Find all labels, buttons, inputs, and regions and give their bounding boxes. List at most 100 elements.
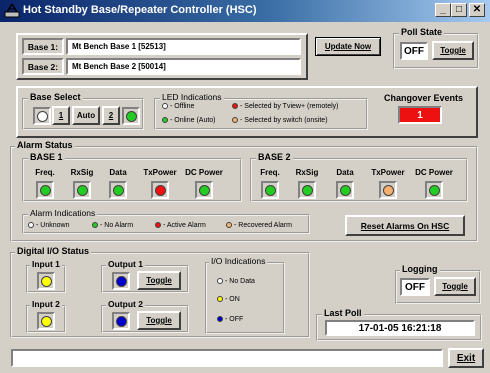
base2-alarm-title: BASE 2 bbox=[256, 152, 293, 162]
base2-data-light bbox=[339, 184, 351, 196]
poll-toggle-button[interactable]: Toggle bbox=[432, 41, 474, 60]
alarm-indications-title: Alarm Indications bbox=[28, 208, 98, 218]
poll-state-title: Poll State bbox=[399, 27, 445, 37]
base1-col-txpower: TxPower bbox=[143, 168, 177, 177]
led-indication-online-label: - Online (Auto) bbox=[170, 117, 216, 124]
base1-freq-led bbox=[36, 181, 54, 199]
output2-toggle-label: Toggle bbox=[146, 316, 172, 325]
base2-col-rxsig: RxSig bbox=[295, 168, 319, 177]
maximize-icon: □ bbox=[455, 4, 463, 15]
base-select-led-right bbox=[122, 107, 140, 125]
base-select-1-label: 1 bbox=[58, 111, 64, 120]
base2-txpower-light bbox=[382, 184, 394, 196]
led-indications-title: LED Indications bbox=[160, 92, 224, 102]
output2-title: Output 2 bbox=[106, 299, 145, 309]
base2-data-led bbox=[336, 181, 354, 199]
status-bar bbox=[11, 349, 443, 367]
base1-txpower-light bbox=[154, 184, 166, 196]
output2-light bbox=[115, 315, 127, 327]
base2-col-txpower: TxPower bbox=[371, 168, 405, 177]
input2-light bbox=[40, 315, 52, 327]
online-dot-icon bbox=[162, 117, 168, 124]
base1-freq-light bbox=[39, 184, 51, 196]
alarm-ind-noalarm-label: - No Alarm bbox=[100, 222, 134, 229]
base2-rxsig-led bbox=[298, 181, 316, 199]
base2-rxsig-light bbox=[301, 184, 313, 196]
io-ind-nodata: - No Data bbox=[217, 278, 255, 285]
input2-title: Input 2 bbox=[30, 299, 62, 309]
offline-dot-icon bbox=[162, 103, 168, 110]
poll-toggle-label: Toggle bbox=[440, 46, 466, 55]
base1-field[interactable]: Mt Bench Base 1 [52513] bbox=[66, 38, 301, 55]
noalarm-dot-icon bbox=[92, 222, 98, 229]
base1-data-light bbox=[112, 184, 124, 196]
io-ind-off: - OFF bbox=[217, 316, 243, 323]
base2-field[interactable]: Mt Bench Base 2 [50014] bbox=[66, 58, 301, 75]
output1-toggle-button[interactable]: Toggle bbox=[137, 271, 181, 290]
base2-col-dcpower: DC Power bbox=[415, 168, 453, 177]
app-icon bbox=[4, 3, 20, 18]
base-select-2-label: 2 bbox=[108, 111, 114, 120]
alarm-ind-active-label: - Active Alarm bbox=[163, 222, 206, 229]
base1-col-freq: Freq. bbox=[35, 168, 55, 177]
alarm-ind-unknown-label: - Unknown bbox=[36, 222, 70, 229]
output1-led bbox=[112, 272, 130, 290]
exit-button[interactable]: Exit bbox=[448, 348, 484, 368]
led-indication-onsite: - Selected by switch (onsite) bbox=[232, 117, 328, 124]
alarm-ind-active: - Active Alarm bbox=[155, 222, 206, 229]
close-icon: ✕ bbox=[472, 4, 482, 15]
io-ind-on-label: - ON bbox=[225, 296, 240, 303]
base-select-led-left bbox=[33, 107, 51, 125]
base1-col-rxsig: RxSig bbox=[70, 168, 94, 177]
last-poll-title: Last Poll bbox=[322, 308, 364, 318]
logging-toggle-label: Toggle bbox=[442, 282, 468, 291]
base1-col-data: Data bbox=[109, 168, 127, 177]
base1-rxsig-light bbox=[76, 184, 88, 196]
base-select-1-button[interactable]: 1 bbox=[52, 106, 70, 125]
base2-col-freq: Freq. bbox=[260, 168, 280, 177]
recovered-dot-icon bbox=[226, 222, 232, 229]
reset-alarms-button[interactable]: Reset Alarms On HSC bbox=[345, 215, 465, 236]
base-select-2-button[interactable]: 2 bbox=[102, 106, 120, 125]
alarm-ind-recovered: - Recovered Alarm bbox=[226, 222, 292, 229]
base1-label: Base 1: bbox=[22, 38, 64, 55]
base1-txpower-led bbox=[151, 181, 169, 199]
output2-toggle-button[interactable]: Toggle bbox=[137, 311, 181, 330]
base1-dcpower-light bbox=[198, 184, 210, 196]
close-button[interactable]: ✕ bbox=[469, 3, 485, 17]
base1-alarm-title: BASE 1 bbox=[28, 152, 65, 162]
alarm-ind-noalarm: - No Alarm bbox=[92, 222, 133, 229]
remote-dot-icon bbox=[232, 103, 238, 110]
base-select-auto-button[interactable]: Auto bbox=[72, 106, 100, 125]
off-dot-icon bbox=[217, 316, 223, 323]
led-indication-onsite-label: - Selected by switch (onsite) bbox=[240, 117, 328, 124]
logging-title: Logging bbox=[400, 264, 440, 274]
minimize-button[interactable]: _ bbox=[435, 3, 451, 17]
reset-alarms-label: Reset Alarms On HSC bbox=[360, 220, 450, 231]
maximize-button[interactable]: □ bbox=[451, 3, 467, 17]
on-dot-icon bbox=[217, 296, 223, 303]
base-select-auto-label: Auto bbox=[76, 111, 96, 120]
window-title: Hot Standby Base/Repeater Controller (HS… bbox=[23, 4, 257, 16]
update-now-label: Update Now bbox=[324, 42, 372, 51]
io-ind-nodata-label: - No Data bbox=[225, 278, 255, 285]
digital-io-title: Digital I/O Status bbox=[15, 246, 92, 256]
io-ind-on: - ON bbox=[217, 296, 240, 303]
input1-led bbox=[37, 272, 55, 290]
update-now-button[interactable]: Update Now bbox=[315, 37, 381, 56]
base1-data-led bbox=[109, 181, 127, 199]
alarm-status-title: Alarm Status bbox=[15, 140, 75, 150]
title-bar[interactable]: Hot Standby Base/Repeater Controller (HS… bbox=[0, 0, 490, 22]
input2-led bbox=[37, 312, 55, 330]
logging-toggle-button[interactable]: Toggle bbox=[434, 277, 476, 296]
exit-label: Exit bbox=[456, 352, 476, 364]
base2-freq-led bbox=[261, 181, 279, 199]
base-select-title: Base Select bbox=[28, 92, 83, 102]
io-indications-title: I/O Indications bbox=[209, 256, 268, 266]
base1-rxsig-led bbox=[73, 181, 91, 199]
logging-value: OFF bbox=[400, 278, 430, 296]
minimize-icon: _ bbox=[440, 4, 446, 15]
base1-col-dcpower: DC Power bbox=[185, 168, 223, 177]
nodata-dot-icon bbox=[217, 278, 223, 285]
active-dot-icon bbox=[155, 222, 161, 229]
